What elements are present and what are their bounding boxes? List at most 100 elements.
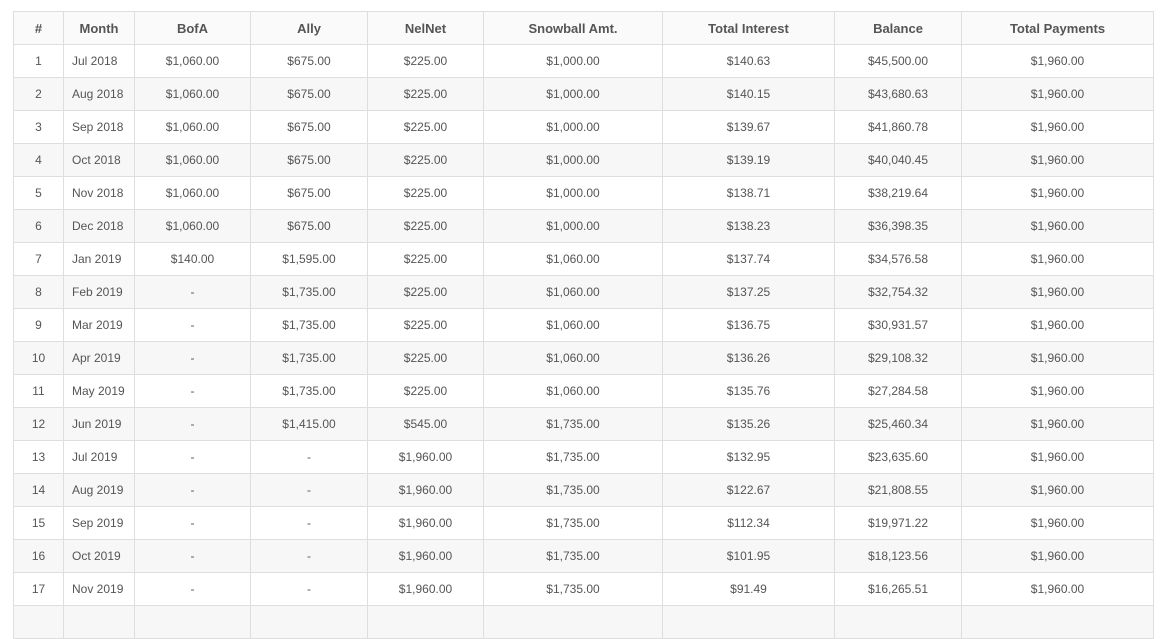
cell-bofa: $1,060.00	[134, 143, 251, 177]
table-row: 14 Aug 2019- - $1,960.00 $1,735.00 $122.67 $21…	[13, 473, 1154, 507]
cell-total-interest: $112.34	[662, 506, 835, 540]
cell-balance: $41,860.78	[834, 110, 962, 144]
cell-nelnet: $225.00	[367, 77, 484, 111]
cell-month: Oct 2019	[63, 539, 135, 573]
cell-month: Mar 2019	[63, 308, 135, 342]
cell-month: Sep 2018	[63, 110, 135, 144]
table-row: 10 Apr 2019- $1,735.00 $225.00 $1,060.00 $136…	[13, 341, 1154, 375]
table-row: 6 Dec 2018 $1,060.00 $675.00 $225.00 $1,000.0…	[13, 209, 1154, 243]
table-row: 13 Jul 2019- - $1,960.00 $1,735.00 $132.95 $23…	[13, 440, 1154, 474]
cell-total-payments: $1,960.00	[961, 506, 1154, 540]
cell-total-interest: $138.71	[662, 176, 835, 210]
cell-snowball-amt: $1,000.00	[483, 77, 663, 111]
cell-nelnet: $225.00	[367, 308, 484, 342]
cell-balance: $38,219.64	[834, 176, 962, 210]
cell-ally: $1,595.00	[250, 242, 368, 276]
table-row: 5 Nov 2018 $1,060.00 $675.00 $225.00 $1,000.0…	[13, 176, 1154, 210]
cell-balance: $16,265.51	[834, 572, 962, 606]
cell-nelnet: $1,960.00	[367, 473, 484, 507]
cell-ally: -	[250, 539, 368, 573]
cell-balance: $30,931.57	[834, 308, 962, 342]
cell-bofa: -	[134, 440, 251, 474]
cell-total-interest: $136.26	[662, 341, 835, 375]
cell-ally: $675.00	[250, 143, 368, 177]
cell-total-interest: $135.76	[662, 374, 835, 408]
cell-bofa: -	[134, 374, 251, 408]
table-row: 3 Sep 2018 $1,060.00 $675.00 $225.00 $1,000.0…	[13, 110, 1154, 144]
table-row: 9 Mar 2019- $1,735.00 $225.00 $1,060.00 $136.…	[13, 308, 1154, 342]
cell-nelnet: $225.00	[367, 209, 484, 243]
cell-ally: $1,735.00	[250, 374, 368, 408]
header-balance[interactable]: Balance	[834, 11, 962, 45]
header-total-payments[interactable]: Total Payments	[961, 11, 1154, 45]
cell-snowball-amt: $1,000.00	[483, 209, 663, 243]
cell-total-interest: $135.26	[662, 407, 835, 441]
header-row-number[interactable]: #	[13, 11, 64, 45]
cell-total-payments: $1,960.00	[961, 110, 1154, 144]
cell-total-interest: $137.25	[662, 275, 835, 309]
cell-ally: -	[250, 440, 368, 474]
cell-snowball-amt: $1,735.00	[483, 440, 663, 474]
cell-month: Aug 2018	[63, 77, 135, 111]
cell-total-payments: $1,960.00	[961, 242, 1154, 276]
cell-bofa	[134, 605, 251, 639]
cell-month: Sep 2019	[63, 506, 135, 540]
cell-month: Apr 2019	[63, 341, 135, 375]
header-ally[interactable]: Ally	[250, 11, 368, 45]
cell-balance: $19,971.22	[834, 506, 962, 540]
cell-snowball-amt: $1,735.00	[483, 407, 663, 441]
cell-total-interest: $122.67	[662, 473, 835, 507]
cell-bofa: $1,060.00	[134, 110, 251, 144]
cell-ally: $675.00	[250, 44, 368, 78]
table-row: 1 Jul 2018 $1,060.00 $675.00 $225.00 $1,000.0…	[13, 44, 1154, 78]
cell-balance: $23,635.60	[834, 440, 962, 474]
cell-bofa: -	[134, 539, 251, 573]
cell-total-interest: $132.95	[662, 440, 835, 474]
cell-row-number	[13, 605, 64, 639]
cell-row-number: 17	[13, 572, 64, 606]
cell-month: Nov 2018	[63, 176, 135, 210]
table-row	[13, 605, 1154, 639]
cell-row-number: 4	[13, 143, 64, 177]
cell-snowball-amt: $1,000.00	[483, 110, 663, 144]
cell-snowball-amt: $1,735.00	[483, 572, 663, 606]
cell-total-interest: $101.95	[662, 539, 835, 573]
cell-row-number: 6	[13, 209, 64, 243]
cell-row-number: 13	[13, 440, 64, 474]
cell-ally: $1,735.00	[250, 275, 368, 309]
header-month[interactable]: Month	[63, 11, 135, 45]
header-total-interest[interactable]: Total Interest	[662, 11, 835, 45]
header-snowball-amt[interactable]: Snowball Amt.	[483, 11, 663, 45]
cell-snowball-amt: $1,735.00	[483, 506, 663, 540]
table-row: 2 Aug 2018 $1,060.00 $675.00 $225.00 $1,000.0…	[13, 77, 1154, 111]
cell-nelnet: $1,960.00	[367, 539, 484, 573]
cell-total-payments: $1,960.00	[961, 572, 1154, 606]
cell-bofa: -	[134, 506, 251, 540]
cell-row-number: 16	[13, 539, 64, 573]
cell-month: May 2019	[63, 374, 135, 408]
cell-bofa: -	[134, 473, 251, 507]
table-header-row: # Month BofA Ally NelNet Snowball Amt. T…	[13, 11, 1154, 45]
cell-nelnet: $225.00	[367, 275, 484, 309]
cell-ally: $675.00	[250, 209, 368, 243]
cell-row-number: 2	[13, 77, 64, 111]
header-nelnet[interactable]: NelNet	[367, 11, 484, 45]
header-bofa[interactable]: BofA	[134, 11, 251, 45]
cell-bofa: -	[134, 341, 251, 375]
table-row: 16 Oct 2019- - $1,960.00 $1,735.00 $101.95 $18…	[13, 539, 1154, 573]
table-row: 11 May 2019- $1,735.00 $225.00 $1,060.00 $135…	[13, 374, 1154, 408]
cell-month: Nov 2019	[63, 572, 135, 606]
cell-nelnet: $225.00	[367, 374, 484, 408]
cell-nelnet: $1,960.00	[367, 440, 484, 474]
cell-snowball-amt: $1,060.00	[483, 308, 663, 342]
cell-month: Feb 2019	[63, 275, 135, 309]
cell-ally: -	[250, 506, 368, 540]
cell-nelnet	[367, 605, 484, 639]
cell-month: Jul 2018	[63, 44, 135, 78]
cell-balance: $36,398.35	[834, 209, 962, 243]
cell-snowball-amt: $1,000.00	[483, 176, 663, 210]
cell-balance: $29,108.32	[834, 341, 962, 375]
cell-snowball-amt: $1,000.00	[483, 44, 663, 78]
cell-nelnet: $225.00	[367, 176, 484, 210]
cell-month: Oct 2018	[63, 143, 135, 177]
